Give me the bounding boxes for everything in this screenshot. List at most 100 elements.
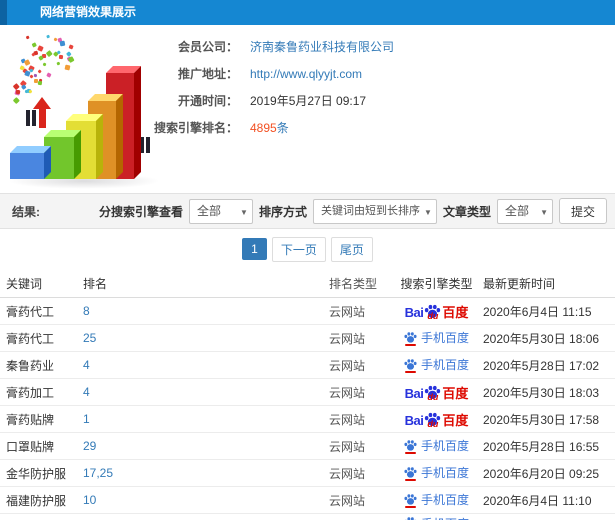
confetti-dot (29, 68, 33, 72)
confetti-dot (56, 61, 61, 65)
table-row: 秦鲁药业 4 云网站 手机百度 2020年5月28日 17:02 (0, 352, 615, 379)
titlebar: 网络营销效果展示 (0, 0, 615, 25)
confetti-dot (31, 42, 38, 49)
confetti-dot (64, 64, 70, 70)
next-page-button[interactable]: 下一页 (271, 236, 326, 262)
results-table: 关键词 排名 排名类型 搜索引擎类型 最新更新时间 膏药代工 8 云网站 Bai du 百… (0, 269, 615, 520)
table-row: 膏药加工 4 云网站 Bai du 百度 2020年5月30日 18:03 (0, 379, 615, 406)
confetti-dot (45, 50, 53, 57)
engine-type-cell: 手机百度 (394, 514, 479, 520)
confetti-dot (66, 50, 72, 57)
keyword-cell: 膏药贴牌 (6, 412, 55, 427)
chevron-down-icon: ▼ (424, 207, 432, 217)
engine-view-select[interactable]: 全部 ▼ (188, 198, 253, 224)
rank-link[interactable]: 4 (83, 385, 90, 399)
col-engine-type: 搜索引擎类型 (400, 276, 473, 291)
arrow-shaft (38, 109, 46, 128)
rank-type-cell: 云网站 (329, 412, 366, 427)
confetti-dot (15, 89, 21, 95)
rank-link[interactable]: 1 (83, 412, 90, 426)
confetti-dot (29, 74, 34, 79)
engine-view-selected: 全部 (196, 203, 221, 218)
rank-link[interactable]: 25 (83, 331, 96, 345)
table-row: 福建防护服 10 云网站 手机百度 2020年6月4日 11:10 (0, 487, 615, 514)
keyword-cell: 膏药代工 (6, 304, 55, 319)
rank-link[interactable]: 17,25 (83, 466, 113, 480)
rank-type-cell: 云网站 (329, 466, 366, 481)
rank-count: 4895 (250, 121, 277, 135)
chevron-down-icon: ▼ (540, 207, 548, 217)
baidu-mobile-badge: 手机百度 (404, 466, 469, 481)
open-time-row: 开通时间： 2019年5月27日 09:17 (96, 87, 611, 114)
engine-type-cell: Bai du 百度 (394, 385, 479, 402)
rank-unit-link[interactable]: 条 (277, 121, 289, 135)
page: 网络营销效果展示 会员公司： 济南秦鲁药业科技有限公司 推广地址： http:/… (0, 0, 615, 520)
baidu-paw-icon: du (424, 385, 441, 401)
rank-link[interactable]: 29 (83, 439, 96, 453)
baidu-mobile-paw-icon (404, 358, 417, 373)
rank-type-cell: 云网站 (329, 358, 366, 373)
baidu-mobile-badge: 手机百度 (404, 516, 469, 520)
sort-selected: 关键词由短到长排序 (320, 204, 420, 217)
confetti-dot (28, 89, 32, 93)
update-time-cell: 2020年6月4日 11:10 (483, 493, 592, 508)
rank-link[interactable]: 8 (83, 304, 90, 318)
confetti-dot (68, 44, 74, 51)
promotion-url-link[interactable]: http://www.qlyyjt.com (250, 67, 362, 81)
keyword-cell: 膏药加工 (6, 385, 55, 400)
confetti-dot (37, 80, 43, 85)
baidu-mobile-badge: 手机百度 (404, 331, 469, 346)
article-type-select[interactable]: 全部 ▼ (496, 198, 553, 224)
engine-view-label: 分搜索引擎查看 (98, 204, 183, 219)
company-info-section: 会员公司： 济南秦鲁药业科技有限公司 推广地址： http://www.qlyy… (0, 25, 615, 193)
article-type-selected: 全部 (504, 203, 529, 218)
page-title: 网络营销效果展示 (40, 5, 137, 19)
rank-link[interactable]: 4 (83, 358, 90, 372)
keyword-cell: 秦鲁药业 (6, 358, 55, 373)
table-body: 膏药代工 8 云网站 Bai du 百度 2020年6月4日 11:15 膏药代工 25 云网站手… (0, 298, 615, 520)
baidu-mobile-paw-icon (404, 331, 417, 346)
keyword-cell: 口罩贴牌 (6, 439, 55, 454)
member-company-link[interactable]: 济南秦鲁药业科技有限公司 (250, 38, 394, 55)
rank-link[interactable]: 10 (83, 493, 96, 507)
submit-button[interactable]: 提交 (558, 198, 607, 224)
engine-type-cell: 手机百度 (394, 439, 479, 454)
col-rank: 排名 (83, 276, 108, 291)
baidu-paw-icon: du (424, 304, 441, 320)
rank-type-cell: 云网站 (329, 331, 366, 346)
confetti-dot (46, 72, 51, 78)
table-header: 关键词 排名 排名类型 搜索引擎类型 最新更新时间 (0, 269, 615, 298)
engine-type-cell: 手机百度 (394, 358, 479, 373)
confetti-dot (37, 45, 44, 52)
sort-label: 排序方式 (258, 204, 307, 219)
pagination: 1 下一页 尾页 (0, 229, 615, 269)
keyword-cell: 膏药代工 (6, 331, 55, 346)
page-button-current[interactable]: 1 (242, 238, 267, 260)
article-type-label: 文章类型 (442, 204, 491, 219)
update-time-cell: 2020年5月30日 17:58 (483, 412, 600, 427)
table-row: 手机百度 (0, 514, 615, 520)
table-row: 金华防护服 17,25 云网站 手机百度 2020年6月20日 09:25 (0, 460, 615, 487)
baidu-pc-logo: Bai du 百度 (404, 385, 469, 402)
update-time-cell: 2020年5月28日 17:02 (483, 358, 600, 373)
col-keyword: 关键词 (6, 276, 43, 291)
result-label: 结果: (12, 204, 40, 219)
baidu-paw-icon: du (424, 412, 441, 428)
promotion-url-row: 推广地址： http://www.qlyyjt.com (96, 60, 611, 87)
baidu-pc-logo: Bai du 百度 (404, 304, 469, 321)
last-page-button[interactable]: 尾页 (330, 236, 373, 262)
rank-type-cell: 云网站 (329, 304, 366, 319)
confetti-dot (59, 54, 64, 59)
confetti-dot (59, 40, 66, 47)
rank-type-cell: 云网站 (329, 493, 366, 508)
col-update-time: 最新更新时间 (483, 276, 556, 291)
update-time-cell: 2020年5月30日 18:03 (483, 385, 600, 400)
baidu-pc-logo: Bai du 百度 (404, 412, 469, 429)
chevron-down-icon: ▼ (240, 207, 248, 217)
arrow-head (33, 97, 51, 109)
confetti-dot (31, 52, 35, 57)
baidu-mobile-badge: 手机百度 (404, 493, 469, 508)
sort-select[interactable]: 关键词由短到长排序 ▼ (312, 198, 437, 224)
confetti-dot (37, 68, 43, 74)
confetti-dot (46, 34, 51, 38)
